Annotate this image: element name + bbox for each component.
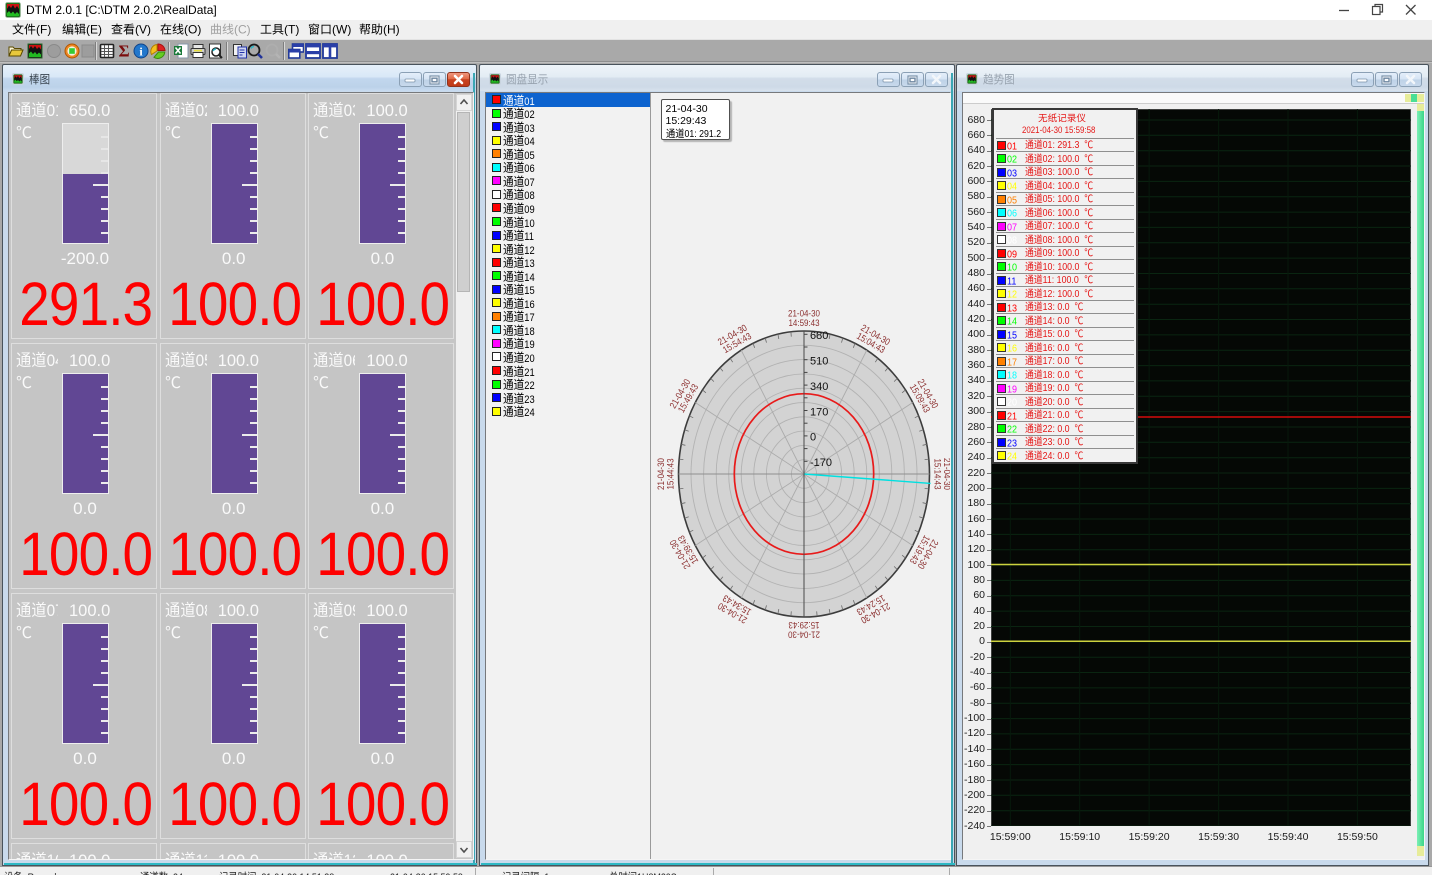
svg-text:21: 21 <box>1007 411 1017 422</box>
svg-text:05: 05 <box>195 351 206 370</box>
svg-text:12: 12 <box>344 851 355 859</box>
svg-text:24: 0.0: 24: 0.0 <box>1043 450 1075 462</box>
svg-text:06: 06 <box>1007 208 1017 219</box>
svg-text:08: 08 <box>195 601 206 620</box>
svg-text:22: 22 <box>1007 424 1017 435</box>
svg-text:04: 04 <box>1007 181 1017 192</box>
svg-text:02: 02 <box>195 101 206 120</box>
svg-text:08: 08 <box>1007 235 1017 246</box>
svg-text:11: 11 <box>195 851 206 859</box>
svg-text:(H): (H) <box>383 23 400 37</box>
svg-text:03: 100.0: 03: 100.0 <box>1043 167 1085 179</box>
svg-text:15:14:43: 15:14:43 <box>933 458 944 489</box>
svg-text:07: 07 <box>47 601 58 620</box>
svg-text:10: 100.0: 10: 100.0 <box>1043 261 1085 273</box>
svg-text:07: 07 <box>1007 222 1017 233</box>
svg-text:05: 100.0: 05: 100.0 <box>1043 194 1085 206</box>
svg-text:04: 04 <box>47 351 58 370</box>
svg-text:15:44:43: 15:44:43 <box>665 458 676 489</box>
svg-text:21: 0.0: 21: 0.0 <box>1043 410 1075 422</box>
svg-text:24: 24 <box>1007 451 1017 462</box>
svg-text:06: 100.0: 06: 100.0 <box>1043 207 1085 219</box>
svg-text:16: 16 <box>1007 343 1017 354</box>
svg-text:(W): (W) <box>332 23 351 37</box>
svg-text:14: 0.0: 14: 0.0 <box>1043 315 1075 327</box>
svg-text:12: 12 <box>1007 289 1017 300</box>
svg-text:(F): (F) <box>36 23 51 37</box>
svg-text:15: 0.0: 15: 0.0 <box>1043 329 1075 341</box>
svg-text:22: 0.0: 22: 0.0 <box>1043 423 1075 435</box>
svg-text:14: 14 <box>1007 316 1017 327</box>
svg-text:09: 100.0: 09: 100.0 <box>1043 248 1085 260</box>
svg-text:09: 09 <box>344 601 355 620</box>
svg-text:13: 0.0: 13: 0.0 <box>1043 302 1075 314</box>
svg-text:17: 0.0: 17: 0.0 <box>1043 356 1075 368</box>
svg-text:Σ: Σ <box>118 43 129 59</box>
svg-text:24: 24 <box>524 408 535 420</box>
svg-text:18: 18 <box>1007 370 1017 381</box>
svg-text:01: 01 <box>1007 141 1017 152</box>
svg-text:06: 06 <box>344 351 355 370</box>
svg-text:10: 10 <box>1007 262 1017 273</box>
svg-text:11: 100.0: 11: 100.0 <box>1043 275 1084 287</box>
svg-text:19: 0.0: 19: 0.0 <box>1043 383 1075 395</box>
svg-text:20: 20 <box>1007 397 1017 408</box>
svg-text:2021-04-30 15:59:58: 2021-04-30 15:59:58 <box>1022 125 1096 135</box>
svg-text:01: 01 <box>47 101 58 120</box>
svg-text:15:29:43: 15:29:43 <box>788 620 819 631</box>
svg-text:03: 03 <box>344 101 355 120</box>
svg-text:15: 15 <box>1007 330 1017 341</box>
svg-text:09: 09 <box>1007 249 1017 260</box>
svg-text:23: 0.0: 23: 0.0 <box>1043 437 1075 449</box>
svg-text:05: 05 <box>1007 195 1017 206</box>
svg-text:(O): (O) <box>184 23 201 37</box>
svg-text:17: 17 <box>1007 357 1017 368</box>
svg-text:20: 0.0: 20: 0.0 <box>1043 396 1075 408</box>
svg-text:10: 10 <box>47 851 58 859</box>
svg-text:03: 03 <box>1007 168 1017 179</box>
svg-text:(T): (T) <box>284 23 299 37</box>
svg-text:16: 0.0: 16: 0.0 <box>1043 342 1075 354</box>
svg-text:18: 0.0: 18: 0.0 <box>1043 369 1075 381</box>
svg-text:(E): (E) <box>86 23 102 37</box>
svg-text:04: 100.0: 04: 100.0 <box>1043 180 1085 192</box>
svg-text:13: 13 <box>1007 303 1017 314</box>
svg-text:12: 100.0: 12: 100.0 <box>1043 288 1085 300</box>
svg-text:01: 291.3: 01: 291.3 <box>1043 140 1085 152</box>
svg-text:11: 11 <box>1007 276 1016 287</box>
svg-text:02: 02 <box>1007 154 1017 165</box>
svg-text:02: 100.0: 02: 100.0 <box>1043 153 1085 165</box>
svg-text:08: 100.0: 08: 100.0 <box>1043 234 1085 246</box>
svg-text:14:59:43: 14:59:43 <box>788 317 819 328</box>
svg-text:19: 19 <box>1007 384 1017 395</box>
svg-text:07: 100.0: 07: 100.0 <box>1043 221 1085 233</box>
svg-text:01: 291.2: 01: 291.2 <box>684 128 721 139</box>
svg-text:23: 23 <box>1007 438 1017 449</box>
svg-text:(C): (C) <box>234 23 251 37</box>
svg-text:(V): (V) <box>135 23 151 37</box>
